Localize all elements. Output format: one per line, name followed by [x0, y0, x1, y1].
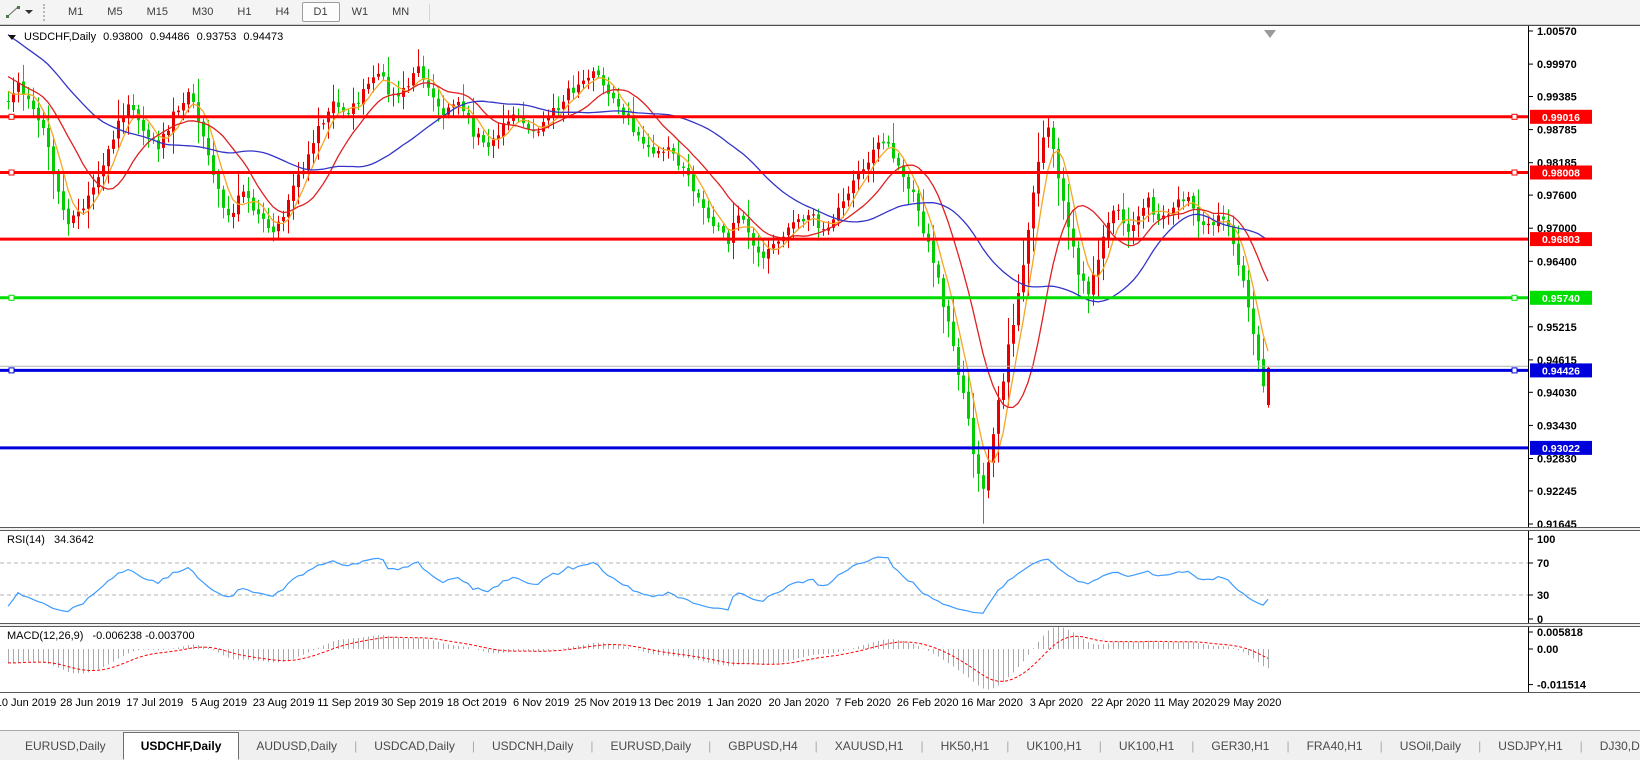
price-axis-tick: 0.99385 [1537, 92, 1577, 104]
line-handle[interactable] [9, 295, 14, 300]
price-badge-text: 0.95740 [1542, 293, 1580, 305]
timeframe-button-w1[interactable]: W1 [340, 2, 381, 22]
chart-tab-audusd-daily[interactable]: AUDUSD,Daily [239, 731, 354, 760]
bar-high: 0.94486 [150, 31, 190, 43]
bar-low: 0.93753 [197, 31, 237, 43]
chart-tab-dj30-daily[interactable]: DJ30,Daily [1583, 731, 1640, 760]
mt4-terminal: { "toolbar": { "draw_tool_icon": "trendl… [0, 0, 1640, 760]
main-chart-canvas: 1.005700.999700.993850.987850.981850.976… [0, 26, 1640, 528]
top-toolbar: M1M5M15M30H1H4D1W1MN [0, 0, 1640, 25]
rsi-label: RSI(14) [7, 534, 45, 546]
line-handle[interactable] [1512, 114, 1517, 119]
chart-tab-ger30-h1[interactable]: GER30,H1 [1194, 731, 1286, 760]
chart-tab-xauusd-h1[interactable]: XAUUSD,H1 [818, 731, 921, 760]
trendline-tool-glyph [4, 4, 22, 20]
price-badge-text: 0.98008 [1542, 168, 1580, 180]
line-handle[interactable] [1512, 170, 1517, 175]
macd-values: -0.006238 -0.003700 [92, 630, 194, 642]
chart-tab-usoil-daily[interactable]: USOil,Daily [1383, 731, 1478, 760]
line-handle[interactable] [9, 170, 14, 175]
price-axis-tick: 0.99970 [1537, 59, 1577, 71]
chart-tab-usdchf-daily[interactable]: USDCHF,Daily [123, 732, 240, 760]
timeframe-button-m1[interactable]: M1 [56, 2, 95, 22]
chart-tab-gbpusd-h4[interactable]: GBPUSD,H4 [711, 731, 814, 760]
line-handle[interactable] [1512, 295, 1517, 300]
trendline-tool-icon[interactable] [4, 4, 22, 20]
rsi-canvas: 100 70 30 0 [0, 531, 1640, 623]
rsi-line [8, 557, 1268, 613]
bar-open: 0.93800 [103, 31, 143, 43]
price-axis-tick: 1.00570 [1537, 26, 1577, 38]
toolbar-grip [43, 4, 48, 21]
timeframe-button-m30[interactable]: M30 [180, 2, 225, 22]
chart-tab-hk50-h1[interactable]: HK50,H1 [924, 731, 1007, 760]
main-chart-pane[interactable]: 1.005700.999700.993850.987850.981850.976… [0, 25, 1640, 528]
price-badge-text: 0.94426 [1542, 365, 1580, 377]
timeframe-button-m5[interactable]: M5 [95, 2, 134, 22]
chart-tab-uk100-h1[interactable]: UK100,H1 [1102, 731, 1191, 760]
toolbar-separator [429, 4, 430, 21]
timeframe-button-h4[interactable]: H4 [263, 2, 301, 22]
price-axis-tick: 0.97600 [1537, 190, 1577, 202]
chart-symbol-period: USDCHF,Daily [24, 31, 96, 43]
line-handle[interactable] [1512, 368, 1517, 373]
trendline-dropdown-icon[interactable] [25, 10, 33, 14]
chart-tab-uk100-h1[interactable]: UK100,H1 [1009, 731, 1098, 760]
macd-label: MACD(12,26,9) [7, 630, 83, 642]
price-axis-tick: 0.92245 [1537, 486, 1577, 498]
price-axis-tick: 0.93430 [1537, 420, 1577, 432]
bar-close: 0.94473 [243, 31, 283, 43]
price-axis-tick: 0.95215 [1537, 322, 1577, 334]
rsi-axis-tick: 100 [1537, 534, 1555, 546]
chart-tab-fra40-h1[interactable]: FRA40,H1 [1290, 731, 1380, 760]
chart-title: USDCHF,Daily 0.93800 0.94486 0.93753 0.9… [8, 31, 290, 43]
candles-layer [7, 49, 1270, 524]
chart-tab-usdjpy-h1[interactable]: USDJPY,H1 [1481, 731, 1579, 760]
price-axis-tick: 0.92830 [1537, 454, 1577, 466]
time-axis: 10 Jun 201928 Jun 201917 Jul 20195 Aug 2… [0, 692, 1640, 713]
timeframe-button-m15[interactable]: M15 [135, 2, 180, 22]
rsi-indicator-pane[interactable]: 100 70 30 0 RSI(14) 34.3642 [0, 531, 1640, 623]
timeframe-button-d1[interactable]: D1 [302, 2, 340, 22]
bottom-filler [0, 713, 1640, 730]
symbol-dropdown-icon[interactable] [8, 35, 16, 40]
macd-canvas: 0.005818 0.00 -0.011514 [0, 627, 1640, 692]
x-axis-label: 29 May 2020 [1205, 697, 1295, 709]
chart-tab-bar: EURUSD,DailyUSDCHF,DailyAUDUSD,Daily|USD… [0, 730, 1640, 760]
macd-axis-tick: 0.00 [1537, 644, 1558, 656]
price-badge-text: 0.99016 [1542, 112, 1580, 124]
rsi-value: 34.3642 [54, 534, 94, 546]
macd-axis-tick: -0.011514 [1537, 680, 1587, 692]
line-handle[interactable] [9, 114, 14, 119]
macd-axis-tick: 0.005818 [1537, 627, 1583, 639]
line-handle[interactable] [9, 368, 14, 373]
price-axis-tick: 0.94030 [1537, 387, 1577, 399]
chart-tab-usdcnh-daily[interactable]: USDCNH,Daily [475, 731, 590, 760]
price-axis-tick: 0.98785 [1537, 125, 1577, 137]
gray-marker-icon [1264, 30, 1276, 38]
price-badge-text: 0.93022 [1542, 443, 1580, 455]
rsi-axis-tick: 0 [1537, 614, 1543, 623]
timeframe-button-mn[interactable]: MN [380, 2, 421, 22]
macd-label-row: MACD(12,26,9) -0.006238 -0.003700 [7, 630, 201, 642]
price-axis-tick: 0.96400 [1537, 256, 1577, 268]
macd-indicator-pane[interactable]: 0.005818 0.00 -0.011514 MACD(12,26,9) -0.0… [0, 627, 1640, 692]
timeframe-button-h1[interactable]: H1 [225, 2, 263, 22]
chart-tab-eurusd-daily[interactable]: EURUSD,Daily [8, 731, 123, 760]
chart-tab-usdcad-daily[interactable]: USDCAD,Daily [357, 731, 472, 760]
rsi-axis-tick: 70 [1537, 558, 1549, 570]
price-badge-text: 0.96803 [1542, 234, 1580, 246]
chart-tab-eurusd-daily[interactable]: EURUSD,Daily [593, 731, 708, 760]
rsi-axis-tick: 30 [1537, 590, 1549, 602]
rsi-label-row: RSI(14) 34.3642 [7, 534, 100, 546]
timeframe-buttons: M1M5M15M30H1H4D1W1MN [56, 2, 421, 22]
